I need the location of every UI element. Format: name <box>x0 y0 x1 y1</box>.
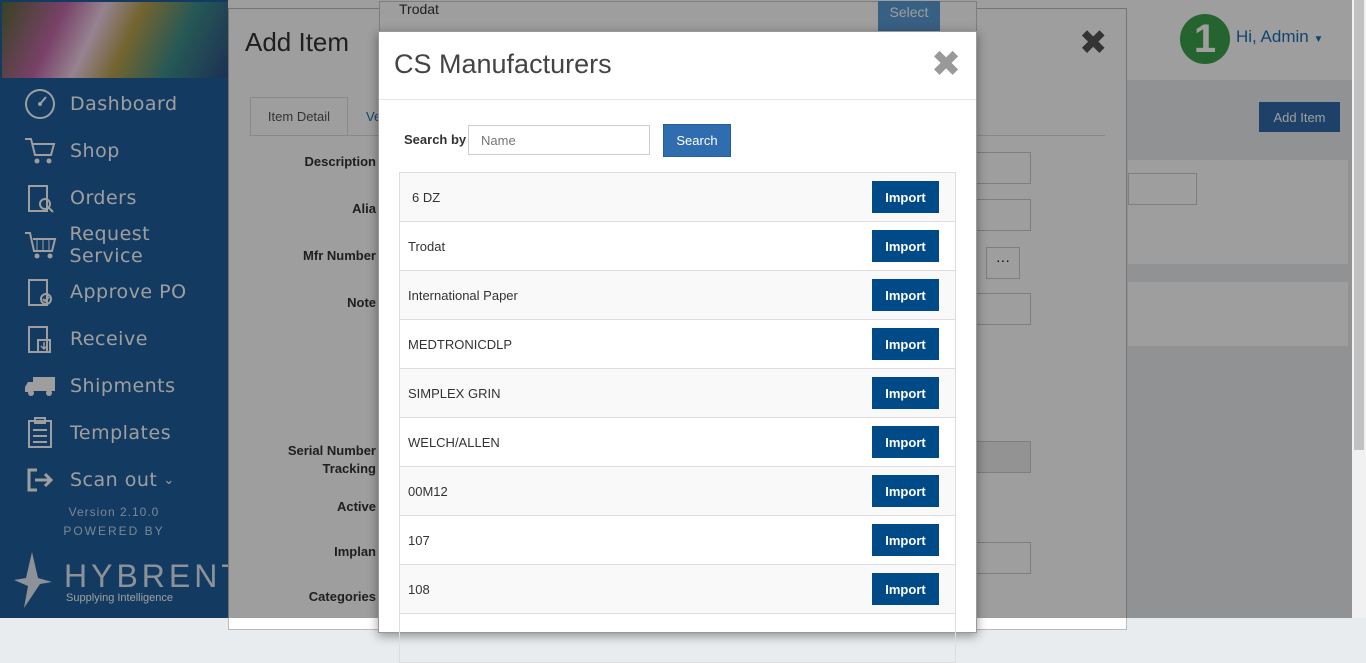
scrollbar-thumb[interactable] <box>1354 0 1364 450</box>
search-by-label: Search by <box>404 132 467 147</box>
import-button[interactable]: Import <box>872 328 939 360</box>
table-row: 00M12 Import <box>399 467 956 516</box>
import-button[interactable]: Import <box>872 181 939 213</box>
manufacturer-name: WELCH/ALLEN <box>408 434 500 450</box>
search-button[interactable]: Search <box>663 124 731 157</box>
manufacturer-name: MEDTRONICDLP <box>408 336 513 352</box>
import-button[interactable]: Import <box>872 377 939 409</box>
modal-title: CS Manufacturers <box>394 49 612 79</box>
import-button[interactable]: Import <box>872 279 939 311</box>
import-button[interactable]: Import <box>872 573 939 605</box>
import-button[interactable]: Import <box>872 426 939 458</box>
manufacturer-name: SIMPLEX GRIN <box>408 385 501 401</box>
search-input[interactable] <box>468 125 650 155</box>
import-button[interactable]: Import <box>872 524 939 556</box>
manufacturers-table: 6 DZ Import Trodat Import International … <box>399 172 956 663</box>
table-row: 108 Import <box>399 565 956 614</box>
table-row: Trodat Import <box>399 222 956 271</box>
table-row: 107 Import <box>399 516 956 565</box>
header-divider <box>379 99 976 100</box>
manufacturer-name: International Paper <box>408 287 518 303</box>
import-button[interactable]: Import <box>872 230 939 262</box>
manufacturer-name: 6 DZ <box>412 189 441 205</box>
table-row: WELCH/ALLEN Import <box>399 418 956 467</box>
manufacturer-name: 107 <box>408 532 430 548</box>
table-row: International Paper Import <box>399 271 956 320</box>
cs-manufacturers-modal: CS Manufacturers ✖ Search by Search 6 DZ… <box>378 31 977 663</box>
table-row: SIMPLEX GRIN Import <box>399 369 956 418</box>
table-row: 6 DZ Import <box>399 172 956 222</box>
manufacturer-name: 00M12 <box>408 483 448 499</box>
table-row <box>399 614 956 663</box>
manufacturer-name: Trodat <box>408 238 446 254</box>
close-icon[interactable]: ✖ <box>931 46 961 82</box>
manufacturer-name: 108 <box>408 581 430 597</box>
import-button[interactable]: Import <box>872 475 939 507</box>
table-row: MEDTRONICDLP Import <box>399 320 956 369</box>
